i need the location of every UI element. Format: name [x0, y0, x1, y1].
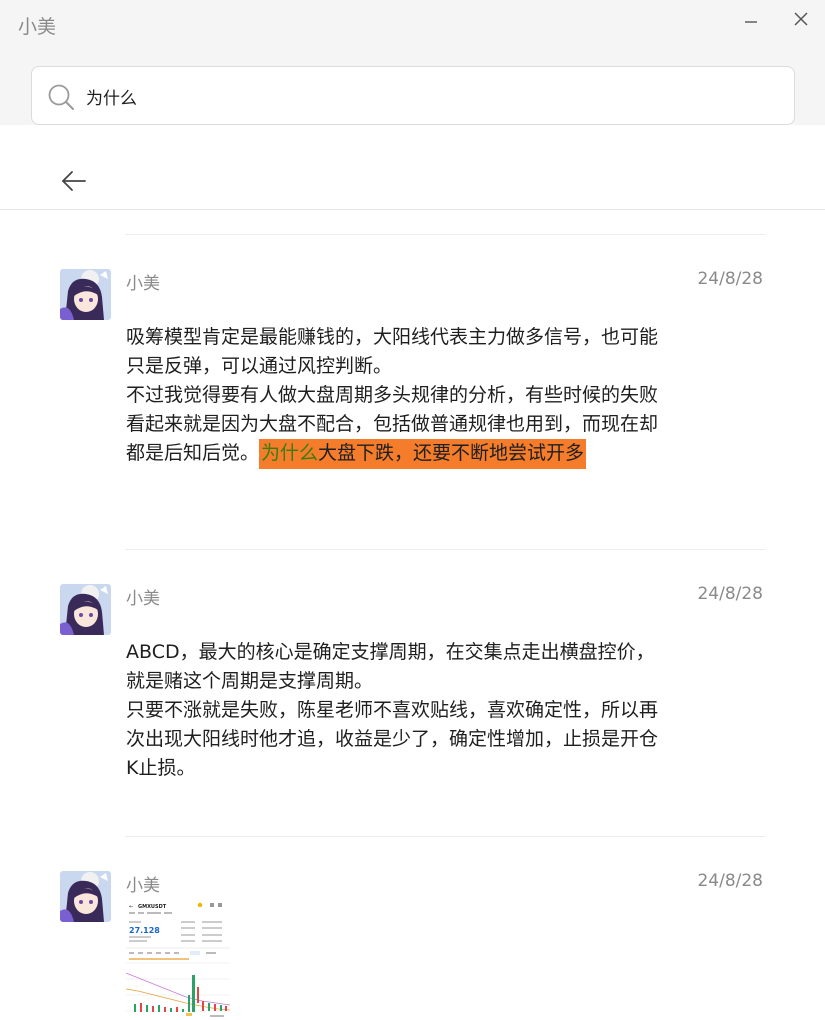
- image-thumbnail[interactable]: ← GMXUSDT 27.128: [126, 899, 230, 1019]
- close-icon: [794, 12, 808, 26]
- avatar[interactable]: [60, 584, 111, 635]
- close-button[interactable]: [787, 6, 815, 32]
- ticker-price: 27.128: [129, 926, 160, 935]
- search-box[interactable]: [31, 66, 795, 125]
- message-date: 24/8/28: [697, 584, 763, 604]
- search-keyword: 为什么: [261, 442, 319, 464]
- search-match-rest: 大盘下跌，还要不断地尝试开多: [318, 442, 585, 464]
- message-divider: [125, 549, 765, 550]
- window-title: 小美: [18, 16, 57, 38]
- title-bar: 小美: [0, 0, 825, 125]
- search-icon: [48, 84, 74, 110]
- sender-name: 小美: [126, 589, 160, 609]
- message-date: 24/8/28: [697, 269, 763, 289]
- sender-name: 小美: [126, 876, 160, 896]
- message-text: ABCD，最大的核心是确定支撑周期，在交集点走出横盘控价，就是赌这个周期是支撑周…: [126, 641, 659, 779]
- message-date: 24/8/28: [697, 871, 763, 891]
- message-divider: [125, 836, 765, 837]
- message-text: 吸筹模型肯定是最能赚钱的，大阳线代表主力做多信号，也可能只是反弹，可以通过风控判…: [126, 323, 666, 469]
- ticker-symbol: GMXUSDT: [138, 904, 167, 910]
- header-divider: [0, 209, 825, 210]
- avatar[interactable]: [60, 269, 111, 320]
- minimize-button[interactable]: [737, 6, 765, 32]
- message-divider: [125, 234, 765, 235]
- avatar[interactable]: [60, 871, 111, 922]
- minimize-icon: [745, 21, 757, 23]
- search-input[interactable]: [86, 79, 766, 113]
- back-button[interactable]: [58, 165, 90, 197]
- svg-text:←: ←: [129, 904, 133, 910]
- arrow-left-icon: [62, 171, 86, 191]
- sender-name: 小美: [126, 274, 160, 294]
- search-match-highlight: 为什么大盘下跌，还要不断地尝试开多: [259, 439, 587, 469]
